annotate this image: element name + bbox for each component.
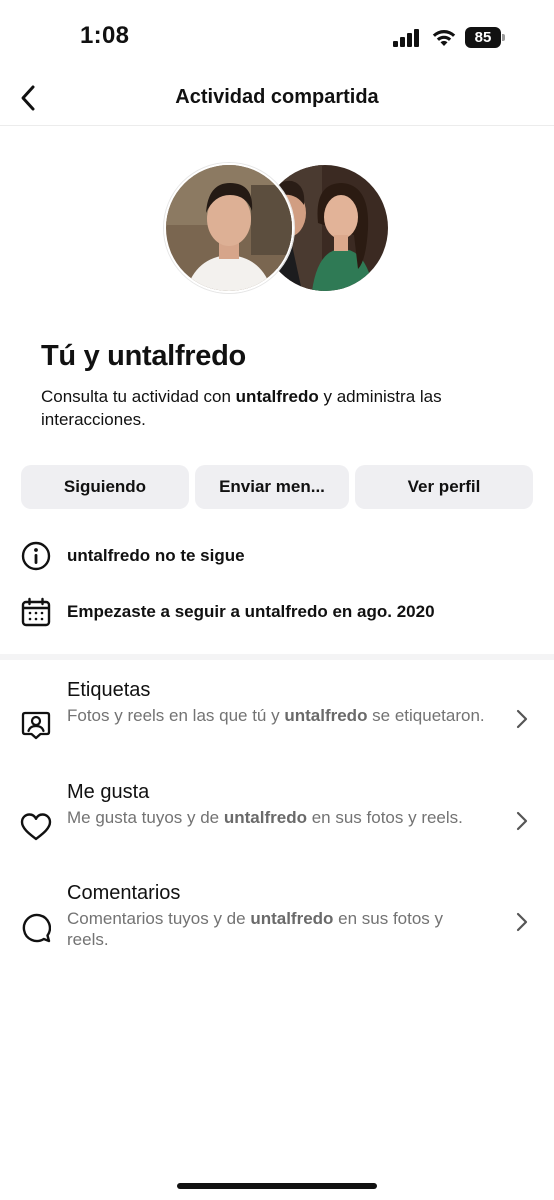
profile-description: Consulta tu actividad con untalfredo y a… (41, 387, 442, 429)
list-item-title: Me gusta (67, 781, 150, 803)
home-indicator[interactable] (177, 1183, 377, 1189)
not-following-text: untalfredo no te sigue (67, 546, 245, 565)
send-message-button[interactable]: Enviar men... (195, 465, 349, 509)
info-icon (20, 540, 52, 572)
list-item-subtitle: Comentarios tuyos y de untalfredo en sus… (67, 909, 444, 949)
following-button[interactable]: Siguiendo (21, 465, 189, 509)
followed-since-info: Empezaste a seguir a untalfredo en ago. … (20, 595, 540, 629)
tag-person-icon (20, 709, 52, 741)
battery-icon: 85 (465, 27, 505, 48)
list-item-title: Etiquetas (67, 679, 151, 701)
section-divider (0, 654, 554, 660)
list-item-subtitle: Fotos y reels en las que tú y untalfredo… (67, 706, 485, 725)
status-time: 1:08 (80, 22, 130, 49)
heart-icon (20, 811, 52, 843)
list-item-likes[interactable]: Me gusta Me gusta tuyos y de untalfredo … (0, 781, 554, 863)
chevron-right-icon (512, 809, 532, 833)
nav-header: Actividad compartida (0, 72, 554, 126)
not-following-info: untalfredo no te sigue (20, 539, 540, 573)
shared-activity-screen: 1:08 85 Actividad compartida Tú y untalf… (0, 0, 554, 1200)
avatar-pair (164, 163, 390, 293)
list-item-title: Comentarios (67, 882, 181, 904)
battery-level: 85 (465, 27, 501, 48)
followed-since-text: Empezaste a seguir a untalfredo en ago. … (67, 602, 435, 621)
page-title: Actividad compartida (175, 86, 379, 108)
list-item-tags[interactable]: Etiquetas Fotos y reels en las que tú y … (0, 679, 554, 761)
profile-title: Tú y untalfredo (41, 340, 246, 372)
chevron-right-icon (512, 910, 532, 934)
signal-icon (393, 29, 419, 47)
action-buttons: Siguiendo Enviar men... Ver perfil (21, 465, 533, 509)
my-avatar[interactable] (164, 163, 294, 293)
comment-icon (20, 912, 52, 944)
wifi-icon (432, 30, 456, 46)
list-item-comments[interactable]: Comentarios Comentarios tuyos y de untal… (0, 882, 554, 964)
calendar-icon (20, 596, 52, 628)
status-bar: 1:08 85 (0, 0, 554, 72)
username-link[interactable]: untalfredo (236, 387, 319, 406)
chevron-right-icon (512, 707, 532, 731)
view-profile-button[interactable]: Ver perfil (355, 465, 533, 509)
list-item-subtitle: Me gusta tuyos y de untalfredo en sus fo… (67, 808, 463, 827)
